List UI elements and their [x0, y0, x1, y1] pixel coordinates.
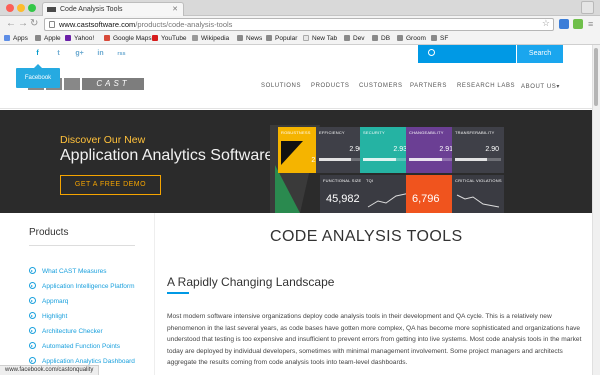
violations-sparkline-icon — [456, 194, 500, 208]
maximize-window-button[interactable] — [28, 4, 36, 12]
bookmark-apple[interactable]: Apple — [35, 33, 61, 44]
bookmarks-bar: Apps Apple Yahoo! Google Maps YouTube Wi… — [0, 33, 600, 45]
address-bar[interactable]: www.castsoftware.com/products/code-analy… — [44, 18, 554, 31]
nav-about-us[interactable]: ABOUT US▾ — [521, 83, 560, 90]
dashboard-tile-violations-count: 6,796 — [406, 175, 458, 213]
dropdown-caret-icon: ▾ — [556, 84, 560, 90]
minimize-window-button[interactable] — [17, 4, 25, 12]
circle-arrow-icon — [29, 342, 36, 349]
sidebar-item-what-cast-measures[interactable]: What CAST Measures — [29, 267, 107, 275]
google-plus-icon[interactable]: g+ — [70, 45, 89, 63]
bookmark-wikipedia[interactable]: Wikipedia — [192, 33, 229, 44]
dashboard-tile-transferability: TRANSFERABILITY 2.90 — [452, 127, 504, 173]
forward-icon[interactable]: → — [18, 18, 28, 30]
folder-icon — [344, 35, 350, 41]
folder-icon — [372, 35, 378, 41]
folder-icon — [431, 35, 437, 41]
url-domain: www.castsoftware.com — [59, 20, 136, 29]
cast-logo[interactable]: CAST — [82, 78, 144, 90]
section-accent-bar — [167, 292, 189, 294]
site-social-bar: f t g+ in rss Search — [0, 45, 600, 63]
site-favicon-icon — [47, 7, 56, 12]
nav-partners[interactable]: PARTNERS — [410, 83, 447, 89]
sidebar-divider — [29, 245, 135, 246]
maps-icon — [104, 35, 110, 41]
search-icon — [428, 49, 435, 56]
body-paragraph: Most modern software intensive organizat… — [167, 313, 582, 367]
bookmark-youtube[interactable]: YouTube — [152, 33, 187, 44]
sidebar-item-automated-function-points[interactable]: Automated Function Points — [29, 342, 120, 350]
circle-arrow-icon — [29, 297, 36, 304]
sidebar-item-appmarq[interactable]: Appmarq — [29, 297, 68, 305]
back-icon[interactable]: ← — [6, 18, 16, 30]
nav-products[interactable]: PRODUCTS — [311, 83, 349, 89]
nav-research-labs[interactable]: RESEARCH LABS — [457, 83, 515, 89]
wikipedia-icon — [192, 35, 198, 41]
sidebar-item-application-analytics-dashboard[interactable]: Application Analytics Dashboard — [29, 357, 135, 365]
sidebar-title: Products — [29, 227, 69, 238]
sidebar-item-architecture-checker[interactable]: Architecture Checker — [29, 327, 103, 335]
facebook-icon[interactable]: f — [28, 45, 47, 63]
bookmark-db[interactable]: DB — [372, 33, 390, 44]
sidebar-item-highlight[interactable]: Highlight — [29, 312, 67, 320]
bookmark-yahoo[interactable]: Yahoo! — [65, 33, 94, 44]
site-header: CAST SOLUTIONS PRODUCTS CUSTOMERS PARTNE… — [0, 63, 600, 109]
reload-icon[interactable]: ↻ — [30, 18, 38, 30]
logo-block-icon — [64, 78, 80, 90]
bookmark-star-icon[interactable]: ☆ — [542, 19, 550, 29]
circle-arrow-icon — [29, 357, 36, 364]
circle-arrow-icon — [29, 267, 36, 274]
browser-profile-icon[interactable] — [581, 1, 594, 14]
page-title: CODE ANALYSIS TOOLS — [270, 228, 463, 245]
extension-icon[interactable] — [573, 19, 583, 29]
dashboard-tile-critical-violations: CRITICAL VIOLATIONS — [452, 175, 504, 213]
extension-icon[interactable] — [559, 19, 569, 29]
dashboard-tile-changeability: CHANGEABILITY 2.91 — [406, 127, 458, 173]
yahoo-icon — [65, 35, 71, 41]
folder-icon — [266, 35, 272, 41]
bookmark-google-maps[interactable]: Google Maps — [104, 33, 152, 44]
youtube-icon — [152, 35, 158, 41]
facebook-tooltip: Facebook — [16, 64, 60, 88]
tab-close-icon[interactable]: ✕ — [172, 3, 178, 16]
bookmark-news[interactable]: News — [237, 33, 262, 44]
bookmark-dev[interactable]: Dev — [344, 33, 365, 44]
browser-titlebar: Code Analysis Tools ✕ — [0, 0, 600, 16]
bookmark-groom[interactable]: Groom — [397, 33, 426, 44]
browser-tab[interactable]: Code Analysis Tools ✕ — [42, 2, 184, 16]
rss-icon[interactable]: rss — [112, 45, 131, 63]
folder-icon — [397, 35, 403, 41]
bookmark-new-tab[interactable]: New Tab — [303, 33, 337, 44]
bookmark-popular[interactable]: Popular — [266, 33, 297, 44]
hero-banner: Discover Our New Application Analytics S… — [0, 110, 592, 213]
circle-arrow-icon — [29, 327, 36, 334]
page-icon — [303, 35, 309, 41]
site-search-input[interactable] — [418, 45, 516, 63]
site-search-button[interactable]: Search — [517, 45, 563, 63]
products-sidebar: Products What CAST Measures Application … — [0, 213, 155, 375]
folder-icon — [237, 35, 243, 41]
dashboard-tile-security: SECURITY 2.93 — [360, 127, 412, 173]
page-info-icon[interactable] — [49, 21, 55, 28]
menu-icon[interactable]: ≡ — [588, 18, 593, 30]
browser-status-bar: www.facebook.com/castonquality — [0, 365, 100, 375]
bookmark-sf[interactable]: SF — [431, 33, 448, 44]
section-title: A Rapidly Changing Landscape — [167, 275, 335, 289]
url-path: /products/code-analysis-tools — [135, 20, 233, 29]
linkedin-icon[interactable]: in — [91, 45, 110, 63]
tab-title: Code Analysis Tools — [60, 6, 123, 13]
page-scrollbar-thumb[interactable] — [594, 48, 598, 106]
nav-customers[interactable]: CUSTOMERS — [359, 83, 403, 89]
browser-toolbar: ← → ↻ www.castsoftware.com/products/code… — [0, 16, 600, 33]
close-window-button[interactable] — [6, 4, 14, 12]
circle-arrow-icon — [29, 312, 36, 319]
twitter-icon[interactable]: t — [49, 45, 68, 63]
sidebar-item-application-intelligence-platform[interactable]: Application Intelligence Platform — [29, 282, 135, 290]
bookmark-apps[interactable]: Apps — [4, 33, 28, 44]
apple-icon — [35, 35, 41, 41]
nav-solutions[interactable]: SOLUTIONS — [261, 83, 301, 89]
circle-arrow-icon — [29, 282, 36, 289]
apps-grid-icon — [4, 35, 10, 41]
